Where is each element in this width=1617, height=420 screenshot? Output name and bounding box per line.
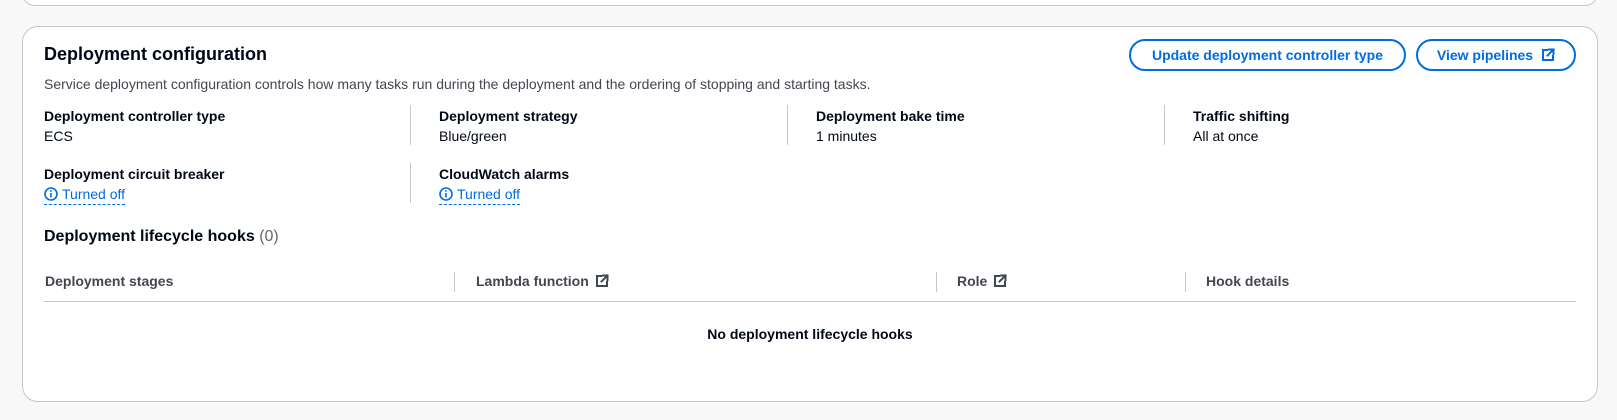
- section-title: Deployment configuration: [44, 44, 268, 64]
- column-header-label: Hook details: [1206, 273, 1290, 289]
- column-header-role: Role: [957, 273, 1008, 289]
- column-divider: [787, 105, 788, 145]
- view-pipelines-label: View pipelines: [1436, 47, 1534, 63]
- bake-time-label: Deployment bake time: [816, 108, 965, 124]
- circuit-breaker-field: Deployment circuit breaker Turned off: [44, 165, 225, 206]
- cloudwatch-alarms-value: Turned off: [457, 186, 521, 202]
- deployment-configuration-card: Deployment configuration Service deploym…: [22, 26, 1598, 402]
- lifecycle-hooks-count: (0): [259, 228, 279, 245]
- circuit-breaker-value: Turned off: [62, 186, 126, 202]
- external-link-icon: [1541, 48, 1556, 62]
- traffic-shifting-label: Traffic shifting: [1193, 108, 1290, 124]
- bake-time-field: Deployment bake time 1 minutes: [816, 107, 965, 145]
- column-resize-handle[interactable]: [454, 272, 455, 292]
- info-icon: [439, 187, 453, 201]
- lifecycle-hooks-title: Deployment lifecycle hooks (0): [44, 228, 279, 246]
- table-header-divider: [44, 301, 1576, 302]
- column-resize-handle[interactable]: [936, 272, 937, 292]
- controller-type-label: Deployment controller type: [44, 108, 226, 124]
- column-divider: [410, 105, 411, 145]
- column-header-label: Deployment stages: [45, 273, 174, 289]
- column-divider: [1164, 105, 1165, 145]
- circuit-breaker-status-link[interactable]: Turned off: [44, 185, 126, 205]
- update-button-label: Update deployment controller type: [1151, 47, 1384, 63]
- info-icon: [44, 187, 58, 201]
- previous-card-edge: [22, 0, 1598, 6]
- column-header-hook-details: Hook details: [1206, 273, 1289, 289]
- update-deployment-controller-type-button[interactable]: Update deployment controller type: [1129, 39, 1406, 71]
- column-resize-handle[interactable]: [1185, 272, 1186, 292]
- cloudwatch-alarms-label: CloudWatch alarms: [439, 166, 570, 182]
- traffic-shifting-value: All at once: [1193, 128, 1259, 144]
- strategy-value: Blue/green: [439, 128, 507, 144]
- strategy-label: Deployment strategy: [439, 108, 578, 124]
- cloudwatch-alarms-status-link[interactable]: Turned off: [439, 185, 521, 205]
- cloudwatch-alarms-field: CloudWatch alarms Turned off: [439, 165, 569, 206]
- column-header-lambda-function: Lambda function: [476, 273, 609, 289]
- column-header-label: Lambda function: [476, 273, 589, 289]
- lifecycle-hooks-title-text: Deployment lifecycle hooks: [44, 228, 255, 245]
- circuit-breaker-label: Deployment circuit breaker: [44, 166, 225, 182]
- empty-state-message: No deployment lifecycle hooks: [707, 326, 913, 342]
- controller-type-value: ECS: [44, 128, 73, 144]
- strategy-field: Deployment strategy Blue/green: [439, 107, 577, 145]
- section-description: Service deployment configuration control…: [44, 76, 871, 92]
- column-header-deployment-stages: Deployment stages: [45, 273, 173, 289]
- column-divider: [410, 163, 411, 203]
- external-link-icon: [993, 274, 1008, 288]
- bake-time-value: 1 minutes: [816, 128, 877, 144]
- traffic-shifting-field: Traffic shifting All at once: [1193, 107, 1289, 145]
- view-pipelines-button[interactable]: View pipelines: [1416, 39, 1576, 71]
- controller-type-field: Deployment controller type ECS: [44, 107, 225, 145]
- external-link-icon: [595, 274, 609, 288]
- column-header-label: Role: [957, 273, 988, 289]
